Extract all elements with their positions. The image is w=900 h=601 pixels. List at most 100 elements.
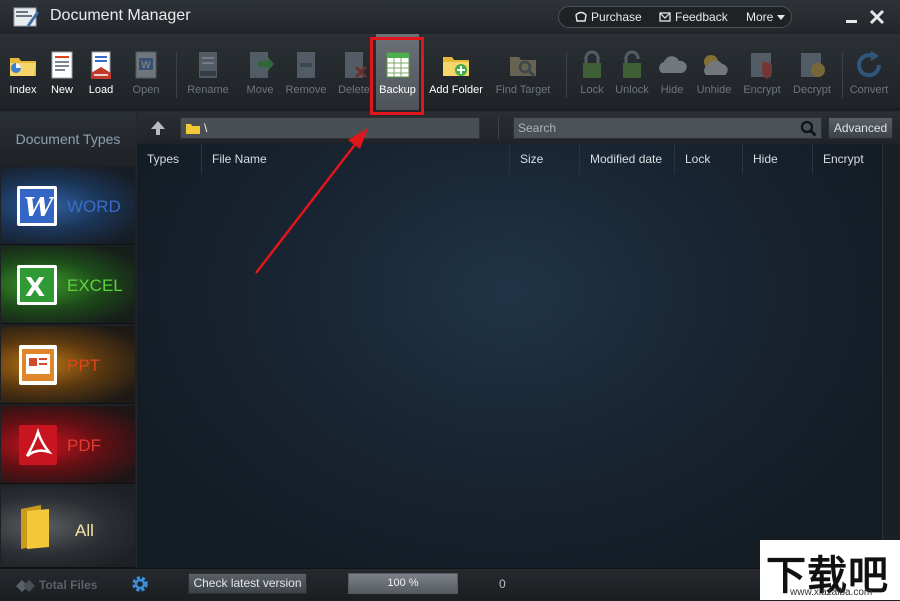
more-menu[interactable]: More <box>746 10 790 24</box>
unlock-label: Unlock <box>615 84 649 96</box>
path-bar: \ Search Advanced <box>137 112 900 144</box>
total-files-label: Total Files <box>39 578 98 592</box>
encrypt-button[interactable]: Encrypt <box>740 34 784 110</box>
rename-button[interactable]: Rename <box>185 34 231 110</box>
column-header-lock[interactable]: Lock <box>675 144 743 174</box>
sidebar-item-label: EXCEL <box>67 276 123 295</box>
rename-icon <box>199 52 217 78</box>
gear-icon[interactable] <box>130 574 150 594</box>
sidebar-item-excel[interactable]: X EXCEL <box>1 246 135 324</box>
unlock-button[interactable]: Unlock <box>613 34 651 110</box>
sidebar-item-label: All <box>75 521 94 540</box>
sidebar-item-word[interactable]: W WORD <box>1 167 135 245</box>
unhide-button[interactable]: Unhide <box>693 34 735 110</box>
sidebar-item-pdf[interactable]: PDF <box>1 406 135 484</box>
hide-label: Hide <box>660 84 684 96</box>
sidebar-item-label: WORD <box>67 197 121 216</box>
convert-arrow-icon <box>857 51 882 78</box>
purchase-label: Purchase <box>591 10 642 24</box>
toolbar: Index New Load W Open Rename Move Remove <box>0 34 900 110</box>
toolbar-separator <box>842 52 843 98</box>
progress-bar: 100 % <box>348 573 458 594</box>
column-header-modified-date[interactable]: Modified date <box>580 144 675 174</box>
check-latest-version-button[interactable]: Check latest version <box>188 573 307 594</box>
sidebar-header: Document Types <box>0 112 136 166</box>
delete-button[interactable]: Delete <box>334 34 374 110</box>
sidebar-item-ppt[interactable]: PPT <box>1 326 135 404</box>
file-list[interactable]: Types File Name Size Modified date Lock … <box>137 144 882 568</box>
encrypt-shield-icon <box>751 53 772 79</box>
word-icon: W <box>17 186 57 226</box>
excel-icon: X <box>17 265 57 305</box>
column-header-encrypt[interactable]: Encrypt <box>813 144 882 174</box>
advanced-search-button[interactable]: Advanced <box>828 117 893 139</box>
convert-label: Convert <box>849 84 889 96</box>
path-input[interactable]: \ <box>180 117 480 139</box>
purchase-link[interactable]: Purchase <box>575 10 642 24</box>
open-button[interactable]: W Open <box>126 34 166 110</box>
remove-icon <box>297 52 315 78</box>
new-button[interactable]: New <box>44 34 80 110</box>
move-button[interactable]: Move <box>240 34 280 110</box>
window-title: Document Manager <box>50 7 191 24</box>
remove-button[interactable]: Remove <box>283 34 329 110</box>
search-input[interactable]: Search <box>513 117 822 139</box>
minimize-icon[interactable] <box>843 8 861 26</box>
load-label: Load <box>88 84 114 96</box>
decrypt-label: Decrypt <box>793 84 831 96</box>
up-arrow-icon[interactable] <box>149 119 167 137</box>
unhide-label: Unhide <box>696 84 732 96</box>
load-button[interactable]: Load <box>82 34 120 110</box>
sidebar-item-all[interactable]: All <box>1 486 135 568</box>
open-document-icon: W <box>135 51 157 79</box>
new-document-icon <box>51 51 73 79</box>
new-label: New <box>50 84 73 96</box>
mail-icon <box>659 12 671 22</box>
total-files: Total Files <box>15 578 97 592</box>
sidebar-item-label: PDF <box>67 436 101 455</box>
encrypt-label: Encrypt <box>743 84 781 96</box>
lock-button[interactable]: Lock <box>575 34 609 110</box>
add-folder-label: Add Folder <box>429 84 483 96</box>
backup-label: Backup <box>379 84 416 96</box>
feedback-label: Feedback <box>675 10 728 24</box>
toolbar-separator <box>566 52 567 98</box>
decrypt-button[interactable]: Decrypt <box>790 34 834 110</box>
backup-button[interactable]: Backup <box>376 34 419 110</box>
unhide-sun-cloud-icon <box>704 55 728 75</box>
convert-button[interactable]: Convert <box>848 34 890 110</box>
hide-button[interactable]: Hide <box>656 34 688 110</box>
column-header-types[interactable]: Types <box>137 144 202 174</box>
folder-icon <box>186 123 200 134</box>
all-folder-icon <box>21 505 49 549</box>
column-header-hide[interactable]: Hide <box>743 144 813 174</box>
move-icon <box>250 52 274 78</box>
cart-icon <box>575 11 587 22</box>
chevron-down-icon <box>777 15 786 20</box>
feedback-link[interactable]: Feedback <box>659 10 728 24</box>
column-header-size[interactable]: Size <box>510 144 580 174</box>
move-label: Move <box>246 84 274 96</box>
title-bar: Document Manager Purchase Feedback More <box>0 0 900 34</box>
index-folder-icon <box>10 58 36 76</box>
index-button[interactable]: Index <box>4 34 42 110</box>
file-count: 0 <box>499 577 506 591</box>
toolbar-separator <box>176 52 177 98</box>
svg-text:W: W <box>141 60 151 71</box>
app-window: Document Manager Purchase Feedback More … <box>0 0 900 600</box>
ppt-icon <box>19 345 57 385</box>
pdf-icon <box>19 425 57 465</box>
add-folder-button[interactable]: Add Folder <box>427 34 485 110</box>
backup-spreadsheet-icon <box>386 52 409 78</box>
path-separator <box>498 117 499 139</box>
search-icon[interactable] <box>800 120 817 137</box>
lock-icon <box>583 50 601 78</box>
app-logo-icon <box>13 7 39 27</box>
find-target-button[interactable]: Find Target <box>493 34 553 110</box>
find-target-label: Find Target <box>495 84 551 96</box>
vertical-scrollbar[interactable] <box>882 144 900 568</box>
column-header-file-name[interactable]: File Name <box>202 144 510 174</box>
top-nav: Purchase Feedback More <box>558 6 792 28</box>
watermark-url: www.xiazaiba.com <box>790 587 873 598</box>
close-icon[interactable] <box>868 8 886 26</box>
